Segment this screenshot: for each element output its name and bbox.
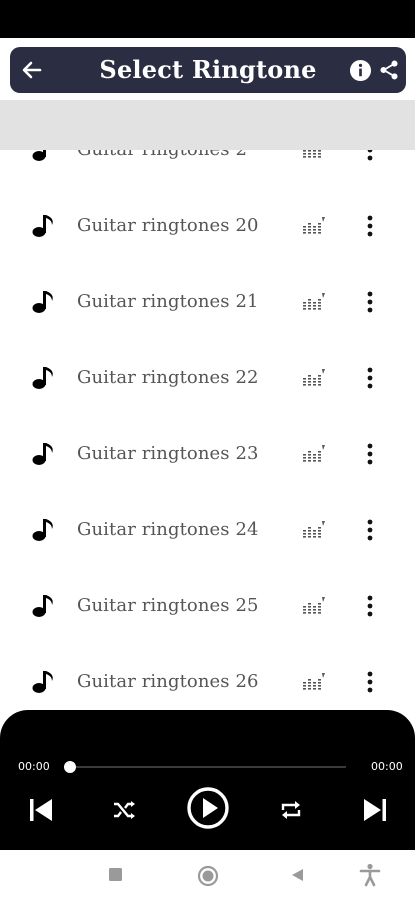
ringtone-row[interactable]: Guitar ringtones 20 bbox=[0, 188, 415, 264]
ringtone-row[interactable]: Guitar ringtones 26 bbox=[0, 644, 415, 710]
more-options-icon[interactable] bbox=[362, 518, 378, 542]
more-options-icon[interactable] bbox=[362, 442, 378, 466]
music-note-icon bbox=[30, 288, 58, 316]
music-note-icon bbox=[30, 668, 58, 696]
status-bar bbox=[0, 0, 415, 38]
ringtone-name: Guitar ringtones 23 bbox=[77, 443, 259, 464]
ringtone-name: Guitar ringtones 2 bbox=[77, 150, 247, 160]
seek-bar[interactable] bbox=[66, 766, 346, 768]
home-circle-icon[interactable] bbox=[197, 865, 219, 887]
ringtone-name: Guitar ringtones 22 bbox=[77, 367, 259, 388]
more-options-icon[interactable] bbox=[362, 594, 378, 618]
elapsed-time: 00:00 bbox=[18, 760, 50, 773]
skip-next-icon[interactable] bbox=[362, 797, 388, 823]
music-note-icon bbox=[30, 516, 58, 544]
more-options-icon[interactable] bbox=[362, 150, 378, 162]
ringtone-name: Guitar ringtones 26 bbox=[77, 671, 259, 692]
set-ringtone-icon[interactable] bbox=[302, 520, 326, 540]
ringtone-row[interactable]: Guitar ringtones 23 bbox=[0, 416, 415, 492]
set-ringtone-icon[interactable] bbox=[302, 216, 326, 236]
ringtone-row[interactable]: Guitar ringtones 22 bbox=[0, 340, 415, 416]
app-bar: Select Ringtone bbox=[10, 47, 406, 93]
skip-previous-icon[interactable] bbox=[28, 797, 54, 823]
set-ringtone-icon[interactable] bbox=[302, 444, 326, 464]
music-note-icon bbox=[30, 364, 58, 392]
total-duration: 00:00 bbox=[371, 760, 403, 773]
info-icon[interactable] bbox=[349, 59, 372, 82]
recents-square-icon[interactable] bbox=[108, 867, 123, 882]
more-options-icon[interactable] bbox=[362, 290, 378, 314]
set-ringtone-icon[interactable] bbox=[302, 596, 326, 616]
page-title: Select Ringtone bbox=[99, 55, 317, 84]
set-ringtone-icon[interactable] bbox=[302, 150, 326, 160]
back-triangle-icon[interactable] bbox=[289, 867, 305, 883]
music-note-icon bbox=[30, 150, 58, 164]
ringtone-row[interactable]: Guitar ringtones 25 bbox=[0, 568, 415, 644]
ringtone-row[interactable]: Guitar ringtones 24 bbox=[0, 492, 415, 568]
ringtone-name: Guitar ringtones 25 bbox=[77, 595, 259, 616]
ringtone-row[interactable]: Guitar ringtones 2 bbox=[0, 150, 415, 188]
music-note-icon bbox=[30, 440, 58, 468]
more-options-icon[interactable] bbox=[362, 366, 378, 390]
music-note-icon bbox=[30, 592, 58, 620]
ringtone-row[interactable]: Guitar ringtones 21 bbox=[0, 264, 415, 340]
repeat-icon[interactable] bbox=[280, 799, 302, 821]
music-note-icon bbox=[30, 212, 58, 240]
set-ringtone-icon[interactable] bbox=[302, 368, 326, 388]
ringtone-list: Guitar ringtones 2 Guitar ringtones 20 G… bbox=[0, 150, 415, 710]
share-icon[interactable] bbox=[378, 59, 400, 81]
more-options-icon[interactable] bbox=[362, 670, 378, 694]
system-navigation-bar bbox=[0, 850, 415, 900]
ringtone-name: Guitar ringtones 20 bbox=[77, 215, 259, 236]
set-ringtone-icon[interactable] bbox=[302, 292, 326, 312]
shuffle-icon[interactable] bbox=[112, 799, 136, 821]
ringtone-name: Guitar ringtones 21 bbox=[77, 291, 259, 312]
ad-banner-area bbox=[0, 100, 415, 150]
play-circle-icon[interactable] bbox=[186, 786, 230, 830]
music-player: 00:00 00:00 bbox=[0, 710, 415, 850]
set-ringtone-icon[interactable] bbox=[302, 672, 326, 692]
more-options-icon[interactable] bbox=[362, 214, 378, 238]
seek-thumb[interactable] bbox=[64, 761, 76, 773]
accessibility-icon[interactable] bbox=[359, 863, 381, 887]
ringtone-name: Guitar ringtones 24 bbox=[77, 519, 259, 540]
